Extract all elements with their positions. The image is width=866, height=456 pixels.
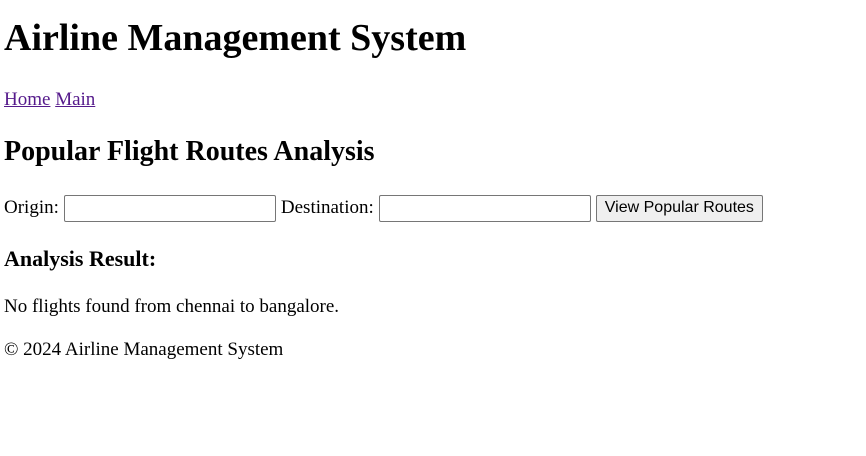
page-title: Airline Management System: [4, 17, 467, 59]
nav-link-home[interactable]: Home: [4, 89, 50, 110]
origin-label: Origin:: [4, 197, 59, 218]
destination-input[interactable]: [378, 194, 591, 222]
footer-text: © 2024 Airline Management System: [4, 339, 284, 360]
route-search-form: Origin: Destination: View Popular Routes: [4, 194, 763, 222]
destination-label: Destination:: [280, 197, 374, 218]
section-heading: Popular Flight Routes Analysis: [4, 136, 375, 167]
view-popular-routes-button[interactable]: View Popular Routes: [595, 194, 763, 222]
origin-input[interactable]: [63, 194, 276, 222]
result-message: No flights found from chennai to bangalo…: [4, 296, 340, 317]
result-heading: Analysis Result:: [4, 246, 157, 271]
nav-link-main[interactable]: Main: [55, 89, 95, 110]
nav-bar: Home Main: [4, 88, 95, 112]
